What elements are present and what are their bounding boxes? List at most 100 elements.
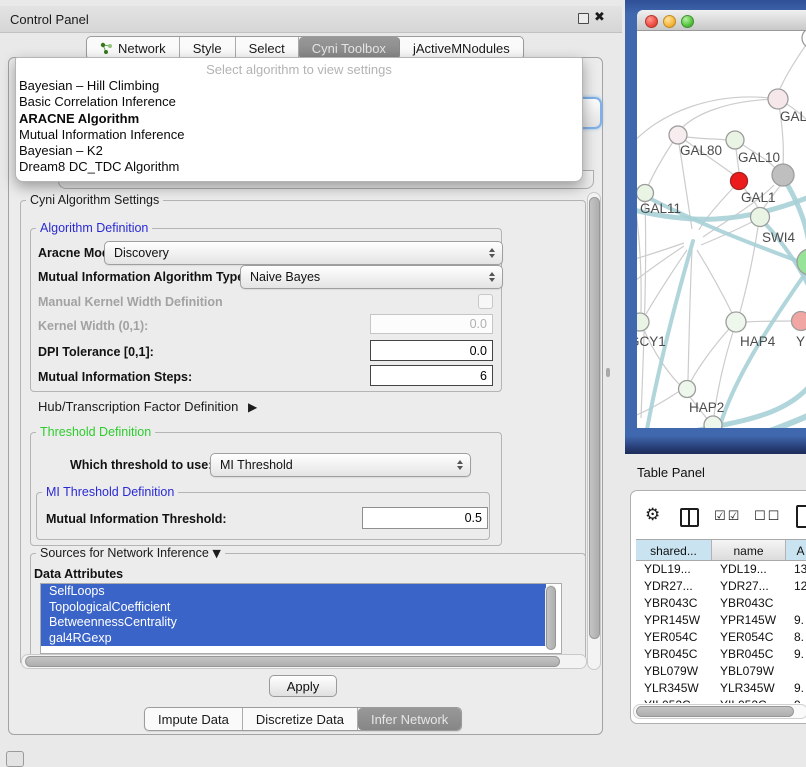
network-node-swi4[interactable]: [751, 208, 770, 227]
network-edge[interactable]: [697, 250, 732, 313]
table-cell[interactable]: YER054C: [712, 629, 786, 646]
network-node-gal7[interactable]: [768, 89, 788, 109]
attribute-list-scrollbar[interactable]: [545, 585, 556, 650]
table-cell[interactable]: YLR345W: [712, 680, 786, 697]
table-cell[interactable]: YBL079W: [636, 663, 712, 680]
aracne-mode-combobox[interactable]: Discovery: [104, 241, 503, 265]
network-edge-thick[interactable]: [783, 177, 806, 258]
network-node-y[interactable]: [792, 312, 806, 331]
network-edge[interactable]: [648, 142, 673, 186]
network-edge[interactable]: [691, 329, 729, 381]
table-header-row[interactable]: shared...nameA: [636, 539, 806, 561]
column-header-shared[interactable]: shared...: [636, 539, 712, 561]
close-panel-icon[interactable]: ✖: [594, 10, 605, 25]
table-rows[interactable]: YDL19...YDL19...13YDR27...YDR27...12YBR0…: [636, 561, 806, 703]
network-edge[interactable]: [637, 243, 684, 263]
mi-threshold-input[interactable]: [362, 507, 488, 529]
table-cell[interactable]: 9: [786, 697, 806, 703]
table-cell[interactable]: YBR045C: [712, 646, 786, 663]
network-edge[interactable]: [680, 99, 778, 130]
tab-impute-data[interactable]: Impute Data: [145, 708, 243, 730]
panel-splitter-handle[interactable]: [606, 368, 610, 377]
network-edge[interactable]: [637, 97, 778, 148]
dpi-tolerance-input[interactable]: [370, 340, 493, 361]
table-cell[interactable]: YER054C: [636, 629, 712, 646]
algorithm-option-bayesian-hill-climbing[interactable]: Bayesian – Hill Climbing: [16, 78, 582, 94]
attribute-item-gal4rgexp[interactable]: gal4RGexp: [41, 631, 546, 647]
new-table-icon[interactable]: [796, 505, 806, 528]
mi-steps-input[interactable]: [370, 365, 493, 386]
network-node-hap4[interactable]: [726, 312, 746, 332]
tab-select[interactable]: Select: [236, 37, 299, 59]
window-zoom-icon[interactable]: [681, 15, 694, 28]
network-edge[interactable]: [637, 392, 678, 420]
algorithm-option-bayesian-k2[interactable]: Bayesian – K2: [16, 143, 582, 159]
network-node[interactable]: [704, 416, 722, 428]
table-horizontal-scrollbar[interactable]: [633, 704, 806, 719]
table-cell[interactable]: [786, 663, 806, 680]
table-cell[interactable]: YDR27...: [636, 578, 712, 595]
network-window-titlebar[interactable]: [637, 10, 806, 31]
network-edge[interactable]: [686, 137, 727, 140]
tab-network[interactable]: Network: [87, 37, 180, 59]
table-cell[interactable]: YBR045C: [636, 646, 712, 663]
algorithm-option-dream8-dc-tdc-algorithm[interactable]: Dream8 DC_TDC Algorithm: [16, 159, 582, 175]
table-cell[interactable]: 8.: [786, 629, 806, 646]
attribute-item-topologicalcoefficient[interactable]: TopologicalCoefficient: [41, 600, 546, 616]
table-cell[interactable]: YBR043C: [712, 595, 786, 612]
window-minimize-icon[interactable]: [663, 15, 676, 28]
network-node-gcy1[interactable]: [637, 313, 649, 331]
network-edge[interactable]: [637, 246, 684, 292]
float-panel-icon[interactable]: [578, 13, 589, 24]
table-cell[interactable]: 12: [786, 578, 806, 595]
data-attributes-list[interactable]: SelfLoopsTopologicalCoefficientBetweenne…: [40, 583, 562, 654]
which-threshold-combobox[interactable]: MI Threshold: [210, 453, 471, 477]
table-cell[interactable]: YPR145W: [636, 612, 712, 629]
sources-group-toggle[interactable]: Sources for Network Inference ▼: [36, 546, 225, 561]
table-cell[interactable]: YDL19...: [712, 561, 786, 578]
attribute-item-selfloops[interactable]: SelfLoops: [41, 584, 546, 600]
table-cell[interactable]: YBL079W: [712, 663, 786, 680]
column-header-name[interactable]: name: [712, 539, 786, 561]
network-edge[interactable]: [779, 45, 806, 91]
mi-type-combobox[interactable]: Naive Bayes: [240, 265, 503, 289]
deselect-all-checkboxes-icon[interactable]: ☐☐: [754, 509, 781, 524]
tab-cyni-toolbox[interactable]: Cyni Toolbox: [299, 37, 400, 59]
network-edge[interactable]: [688, 250, 692, 380]
table-cell[interactable]: YDR27...: [712, 578, 786, 595]
tab-infer-network[interactable]: Infer Network: [358, 708, 461, 730]
gear-icon[interactable]: ⚙: [645, 505, 660, 525]
network-edge[interactable]: [641, 202, 646, 418]
table-cell[interactable]: 9.: [786, 612, 806, 629]
tab-discretize-data[interactable]: Discretize Data: [243, 708, 358, 730]
network-node-gal80[interactable]: [669, 126, 687, 144]
table-cell[interactable]: YLR345W: [636, 680, 712, 697]
apply-button[interactable]: Apply: [269, 675, 337, 697]
table-cell[interactable]: [786, 595, 806, 612]
table-cell[interactable]: YIL052C: [712, 697, 786, 703]
docked-panel-icon[interactable]: [6, 751, 24, 767]
network-node-gal10[interactable]: [726, 131, 744, 149]
tab-jactivemnodules[interactable]: jActiveMNodules: [400, 37, 523, 59]
column-header-a[interactable]: A: [786, 539, 806, 561]
select-all-checkboxes-icon[interactable]: ☑☑: [714, 509, 741, 524]
network-canvas[interactable]: GAL7GAL80GAL10GAL1GAL11SWI4GCY1HAP4YHAP2: [637, 31, 806, 428]
manual-kernel-checkbox[interactable]: [478, 294, 493, 309]
attribute-item-betweennesscentrality[interactable]: BetweennessCentrality: [41, 615, 546, 631]
columns-icon[interactable]: [680, 508, 699, 527]
settings-horizontal-scrollbar[interactable]: [21, 654, 587, 669]
table-cell[interactable]: YDL19...: [636, 561, 712, 578]
table-cell[interactable]: YBR043C: [636, 595, 712, 612]
settings-vertical-scrollbar[interactable]: [587, 192, 601, 670]
algorithm-option-aracne-algorithm[interactable]: ARACNE Algorithm: [16, 111, 582, 127]
kernel-width-input[interactable]: [370, 314, 493, 334]
table-cell[interactable]: 9.: [786, 680, 806, 697]
network-edge[interactable]: [746, 321, 792, 322]
window-close-icon[interactable]: [645, 15, 658, 28]
table-cell[interactable]: 13: [786, 561, 806, 578]
algorithm-option-mutual-information-inference[interactable]: Mutual Information Inference: [16, 127, 582, 143]
table-cell[interactable]: YIL052C: [636, 697, 712, 703]
network-node[interactable]: [802, 31, 806, 48]
algorithm-option-basic-correlation-inference[interactable]: Basic Correlation Inference: [16, 94, 582, 110]
table-cell[interactable]: YPR145W: [712, 612, 786, 629]
